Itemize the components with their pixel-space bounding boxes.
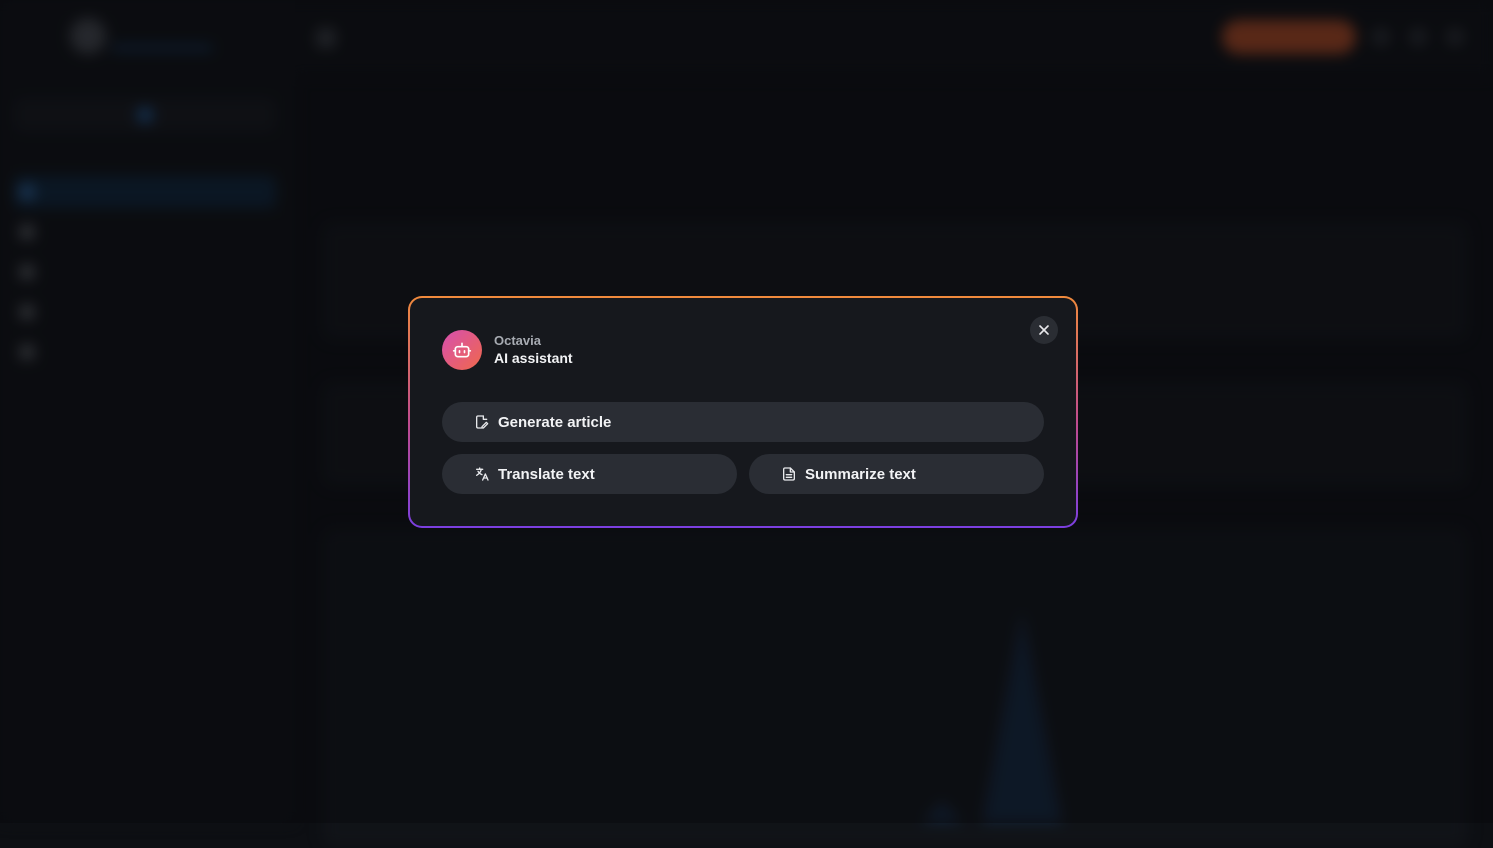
translate-text-button[interactable]: Translate text bbox=[442, 454, 737, 494]
translate-icon bbox=[474, 466, 490, 482]
summarize-text-label: Summarize text bbox=[805, 466, 916, 483]
assistant-name: Octavia bbox=[494, 333, 541, 348]
modal-body: Octavia AI assistant Generate article bbox=[410, 298, 1076, 526]
assistant-role: AI assistant bbox=[494, 350, 573, 366]
close-icon bbox=[1038, 324, 1050, 336]
generate-article-button[interactable]: Generate article bbox=[442, 402, 1044, 442]
generate-article-label: Generate article bbox=[498, 414, 611, 431]
summarize-text-button[interactable]: Summarize text bbox=[749, 454, 1044, 494]
close-button[interactable] bbox=[1030, 316, 1058, 344]
ai-assistant-modal: Octavia AI assistant Generate article bbox=[408, 296, 1078, 528]
edit-document-icon bbox=[474, 414, 490, 430]
robot-icon bbox=[442, 330, 482, 370]
translate-text-label: Translate text bbox=[498, 466, 595, 483]
document-text-icon bbox=[781, 466, 797, 482]
